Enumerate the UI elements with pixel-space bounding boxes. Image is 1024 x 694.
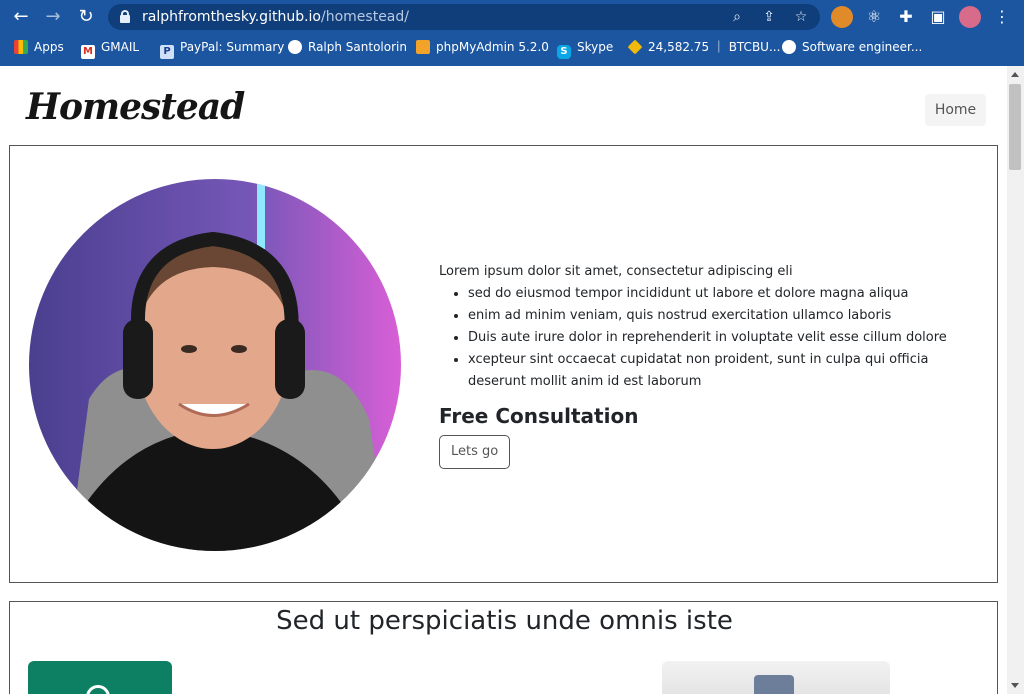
menu-kebab-icon[interactable]: ⋮	[991, 6, 1013, 28]
url-text[interactable]: ralphfromthesky.github.io/homestead/	[142, 4, 409, 30]
side-panel-icon[interactable]: ▣	[927, 6, 949, 28]
skype-icon: S	[557, 45, 571, 59]
bookmark-phpmyadmin[interactable]: phpMyAdmin 5.2.0	[416, 33, 549, 62]
hero-section: Lorem ipsum dolor sit amet, consectetur …	[9, 145, 998, 583]
bookmark-gmail[interactable]: M GMAIL	[81, 33, 139, 62]
bookmark-software-engineer[interactable]: Software engineer...	[782, 33, 922, 62]
page-scrollbar[interactable]	[1007, 66, 1024, 694]
feature-card-image-green	[28, 661, 172, 694]
forward-arrow-icon[interactable]: →	[42, 6, 64, 28]
hero-bullet-list: sed do eiusmod tempor incididunt ut labo…	[468, 283, 984, 393]
phpmyadmin-icon	[416, 40, 430, 54]
lock-icon	[120, 10, 130, 23]
features-heading: Sed ut perspiciatis unde omnis iste	[276, 606, 733, 636]
bookmark-apps[interactable]: Apps	[14, 33, 64, 62]
browser-toolbar: ← → ↻ ralphfromthesky.github.io/homestea…	[0, 0, 1024, 33]
nav-home-link[interactable]: Home	[925, 94, 986, 126]
feature-card-image-grey	[662, 661, 890, 694]
arch-icon	[86, 685, 110, 694]
url-path: /homestead/	[321, 9, 409, 25]
profile-avatar-icon[interactable]	[959, 6, 981, 28]
url-host: ralphfromthesky.github.io	[142, 9, 321, 25]
bookmark-label: PayPal: Summary	[180, 40, 285, 54]
bookmarks-bar: Apps M GMAIL P PayPal: Summary Ralph Santo…	[0, 33, 1024, 66]
bookmark-star-icon[interactable]: ☆	[791, 7, 811, 27]
apps-grid-icon	[14, 40, 28, 54]
reload-icon[interactable]: ↻	[75, 6, 97, 28]
extensions-puzzle-icon[interactable]: ✚	[895, 6, 917, 28]
bookmark-label: GMAIL	[101, 40, 140, 54]
list-item: enim ad minim veniam, quis nostrud exerc…	[468, 305, 984, 327]
lets-go-button[interactable]: Lets go	[439, 435, 511, 469]
hero-intro: Lorem ipsum dolor sit amet, consectetur …	[439, 264, 793, 279]
globe-icon	[288, 40, 302, 54]
bookmark-btcbusd[interactable]: 24,582.75 ｜ BTCBU...	[627, 33, 781, 62]
list-item: Duis aute irure dolor in reprehenderit i…	[468, 327, 984, 349]
profile-photo	[29, 179, 401, 551]
scroll-thumb[interactable]	[1009, 84, 1021, 170]
list-item: xcepteur sint occaecat cupidatat non pro…	[468, 349, 984, 393]
scroll-down-arrow-icon[interactable]	[1011, 683, 1019, 688]
binance-icon	[627, 39, 643, 55]
react-devtools-icon[interactable]: ⚛	[863, 6, 885, 28]
consultation-heading: Free Consultation	[439, 404, 639, 428]
features-section: Sed ut perspiciatis unde omnis iste	[9, 601, 998, 694]
share-icon[interactable]: ⇪	[759, 7, 779, 27]
bookmark-label: phpMyAdmin 5.2.0	[436, 40, 549, 54]
zoom-icon[interactable]: ⌕	[727, 7, 747, 27]
hero-text-block: Lorem ipsum dolor sit amet, consectetur …	[439, 261, 984, 469]
bookmark-label: Skype	[577, 40, 614, 54]
bookmark-ralph[interactable]: Ralph Santolorin	[288, 33, 407, 62]
gmail-icon: M	[81, 45, 95, 59]
extension-chrome-icon[interactable]	[831, 6, 853, 28]
list-item: sed do eiusmod tempor incididunt ut labo…	[468, 283, 984, 305]
tablet-icon	[754, 675, 794, 694]
site-logo[interactable]: Homestead	[26, 86, 245, 128]
address-bar[interactable]: ralphfromthesky.github.io/homestead/ ⌕ ⇪…	[108, 4, 820, 30]
web-page: Homestead Home Lorem ipsum dolor sit ame…	[0, 66, 1024, 694]
bookmark-label: 24,582.75 ｜ BTCBU...	[648, 40, 781, 54]
bookmark-label: Apps	[34, 40, 64, 54]
globe-icon	[782, 40, 796, 54]
bookmark-paypal[interactable]: P PayPal: Summary	[160, 33, 284, 62]
scroll-up-arrow-icon[interactable]	[1011, 72, 1019, 77]
bookmark-label: Ralph Santolorin	[308, 40, 407, 54]
profile-photo-illustration	[29, 179, 401, 551]
bookmark-label: Software engineer...	[802, 40, 923, 54]
paypal-icon: P	[160, 45, 174, 59]
bookmark-skype[interactable]: S Skype	[557, 33, 613, 62]
back-arrow-icon[interactable]: ←	[10, 6, 32, 28]
